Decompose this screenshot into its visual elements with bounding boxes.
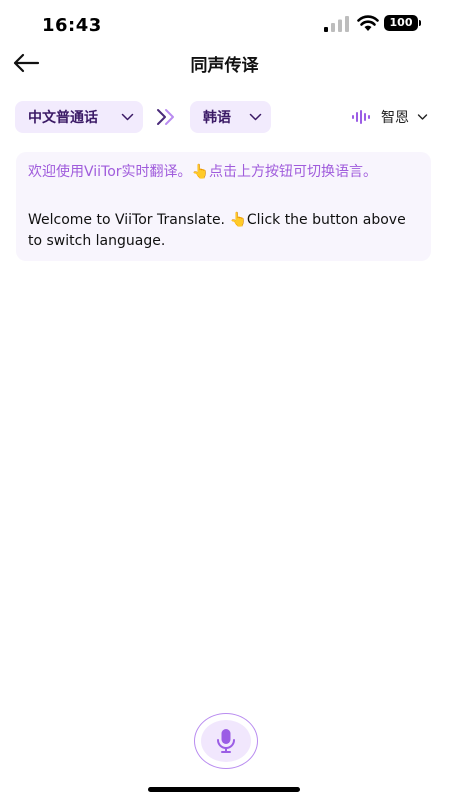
sound-wave-icon bbox=[352, 110, 370, 124]
voice-selector[interactable]: 智恩 bbox=[352, 104, 428, 130]
double-chevron-right-icon[interactable] bbox=[156, 108, 176, 126]
chevron-down-icon bbox=[249, 113, 262, 121]
target-language-label: 韩语 bbox=[203, 110, 231, 126]
voice-label: 智恩 bbox=[381, 110, 409, 126]
page-title: 同声传译 bbox=[190, 56, 259, 76]
target-language-selector[interactable]: 韩语 bbox=[190, 101, 271, 133]
microphone-icon bbox=[217, 729, 235, 753]
welcome-message-english: Welcome to ViiTor Translate. 👆Click the … bbox=[28, 212, 406, 249]
battery-tip bbox=[419, 20, 421, 26]
source-language-selector[interactable]: 中文普通话 bbox=[15, 101, 143, 133]
status-time: 16:43 bbox=[42, 15, 102, 36]
chevron-down-icon bbox=[417, 114, 428, 120]
source-language-label: 中文普通话 bbox=[28, 110, 98, 126]
battery-icon: 100 bbox=[384, 15, 418, 31]
status-bar: 16:43 100 bbox=[0, 0, 449, 48]
microphone-button-inner bbox=[201, 720, 251, 762]
home-indicator[interactable] bbox=[148, 787, 300, 792]
screen: 16:43 100 同声传译 中文普通话 韩语 智恩 欢迎使用ViiTor实时翻… bbox=[0, 0, 449, 800]
welcome-message-chinese: 欢迎使用ViiTor实时翻译。👆点击上方按钮可切换语言。 bbox=[28, 164, 377, 180]
welcome-message-card: 欢迎使用ViiTor实时翻译。👆点击上方按钮可切换语言。 Welcome to … bbox=[16, 152, 431, 261]
chevron-down-icon bbox=[121, 113, 134, 121]
wifi-icon bbox=[357, 15, 379, 31]
microphone-button[interactable] bbox=[194, 713, 258, 769]
cellular-signal-icon bbox=[324, 16, 349, 32]
